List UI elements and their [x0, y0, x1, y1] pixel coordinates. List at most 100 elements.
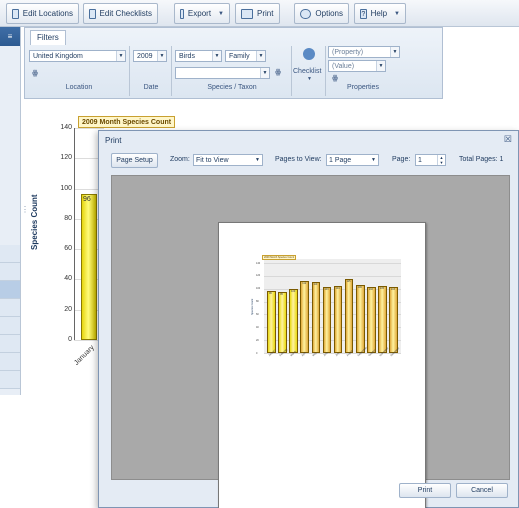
- tab-filters[interactable]: Filters: [30, 30, 66, 45]
- edit-checklists-button[interactable]: Edit Checklists: [83, 3, 158, 24]
- list-item[interactable]: [0, 245, 20, 263]
- checklist-icon[interactable]: [303, 48, 315, 60]
- options-label: Options: [315, 9, 343, 18]
- preview-x-tick-label: May: [312, 351, 318, 358]
- chevron-down-icon: ▼: [255, 157, 260, 163]
- preview-bar-value: 105: [379, 286, 384, 290]
- wrench-icon: [300, 8, 312, 19]
- divider: [325, 46, 326, 96]
- filters-ribbon: Filters United Kingdom ▼ ꙮ 2009 ▼ Birds ▼ F…: [24, 27, 443, 99]
- export-label: Export: [187, 9, 212, 18]
- export-button[interactable]: Export ▼: [174, 3, 230, 24]
- cancel-button[interactable]: Cancel: [456, 483, 508, 498]
- options-button[interactable]: Options: [294, 3, 349, 24]
- close-icon[interactable]: ☒: [504, 134, 512, 145]
- year-select[interactable]: 2009 ▼: [133, 50, 167, 62]
- preview-bar-value: 103: [390, 287, 396, 291]
- printer-icon: [241, 8, 253, 19]
- edit-locations-button[interactable]: Edit Locations: [6, 3, 79, 24]
- page-number-value: 1: [418, 157, 422, 164]
- main-toolbar: Edit Locations Edit Checklists Export ▼ …: [0, 0, 519, 27]
- group-select[interactable]: Birds ▼: [175, 50, 222, 62]
- preview-bar-value: 115: [346, 280, 351, 284]
- preview-y-tick-label: 120: [256, 274, 261, 278]
- y-axis-line: [74, 128, 75, 340]
- divider: [291, 46, 292, 96]
- print-dialog: Print ☒ Page Setup Zoom: Fit to View ▼ Pa…: [98, 130, 519, 508]
- map-icon: [12, 8, 19, 19]
- print-button[interactable]: Print: [399, 483, 451, 498]
- preview-page: 0 20 40 60 80 100 120 140 96 January 95 February 10…: [218, 222, 426, 508]
- dialog-title: Print: [105, 136, 122, 145]
- preview-gridline: [264, 275, 401, 277]
- divider: [171, 46, 172, 96]
- list-item[interactable]: [0, 317, 20, 335]
- print-toolbar-button[interactable]: Print: [235, 3, 280, 24]
- country-select[interactable]: United Kingdom ▼: [29, 50, 126, 62]
- preview-bar: [366, 287, 376, 353]
- rank-select[interactable]: Family ▼: [225, 50, 266, 62]
- page-label: Page:: [392, 156, 411, 163]
- value-select[interactable]: (Value) ▼: [328, 60, 386, 72]
- location-picker-icon[interactable]: ꙮ: [32, 69, 38, 77]
- chevron-down-icon: ▼: [376, 61, 385, 71]
- preview-bar-value: 110: [313, 283, 318, 287]
- help-button[interactable]: ? Help ▼: [354, 3, 406, 24]
- rank-value: Family: [229, 53, 250, 60]
- group-label-properties: Properties: [347, 84, 379, 91]
- list-item[interactable]: [0, 263, 20, 281]
- y-tick-label: 20: [64, 305, 72, 313]
- page-number-spinner[interactable]: 1 ▲ ▼: [415, 154, 446, 166]
- chevron-down-icon: ▼: [116, 51, 125, 61]
- preview-x-tick-label: June: [323, 351, 330, 358]
- preview-bar: [355, 284, 365, 353]
- taxon-select[interactable]: ▼: [175, 67, 270, 79]
- y-tick-label: 120: [60, 154, 72, 162]
- taxon-picker-icon[interactable]: ꙮ: [275, 68, 281, 76]
- zoom-value: Fit to View: [196, 157, 229, 164]
- pages-to-view-select[interactable]: 1 Page ▼: [326, 154, 379, 166]
- preview-y-tick-label: 20: [256, 338, 259, 342]
- preview-chart-title: 2009 Month Species Count: [262, 255, 297, 260]
- zoom-select[interactable]: Fit to View ▼: [193, 154, 263, 166]
- y-tick-label: 100: [60, 184, 72, 192]
- preview-y-tick-label: 0: [256, 351, 258, 355]
- list-item[interactable]: [0, 371, 20, 389]
- preview-bar: [344, 279, 354, 353]
- chevron-down-icon: ▼: [212, 51, 221, 61]
- preview-bar: [311, 282, 321, 353]
- y-tick-label: 40: [64, 275, 72, 283]
- print-toolbar-label: Print: [257, 9, 274, 18]
- preview-y-tick-label: 80: [256, 300, 259, 304]
- list-item[interactable]: [0, 281, 20, 299]
- preview-bar-value: 102: [368, 288, 373, 292]
- panel-toggle-icon[interactable]: ≡: [0, 27, 20, 46]
- checklist-label[interactable]: Checklist: [293, 68, 321, 75]
- list-item[interactable]: [0, 335, 20, 353]
- property-select[interactable]: (Property) ▼: [328, 46, 400, 58]
- preview-bar-value: 103: [324, 287, 329, 291]
- chevron-down-icon[interactable]: ▼: [307, 76, 312, 82]
- chevron-down-icon: ▼: [157, 51, 166, 61]
- splitter-grip[interactable]: ⋮: [21, 205, 29, 214]
- property-picker-icon[interactable]: ꙮ: [332, 74, 338, 82]
- preview-y-tick-label: 60: [256, 312, 259, 316]
- group-label-date: Date: [143, 84, 159, 91]
- checklist-icon: [89, 8, 96, 19]
- y-tick-label: 140: [60, 124, 72, 131]
- chevron-down-icon: ▼: [394, 10, 400, 17]
- list-item[interactable]: [0, 353, 20, 371]
- list-item[interactable]: [0, 299, 20, 317]
- print-preview-area[interactable]: 0 20 40 60 80 100 120 140 96 January 95 February 10…: [111, 175, 510, 508]
- year-value: 2009: [137, 53, 153, 60]
- bar-value-label: 96: [83, 196, 91, 203]
- preview-bar-value: 104: [335, 287, 340, 291]
- preview-bar: [300, 281, 310, 353]
- spinner-arrows-icon[interactable]: ▲ ▼: [437, 155, 445, 165]
- page-setup-button[interactable]: Page Setup: [111, 153, 158, 168]
- y-tick-label: 0: [68, 336, 72, 343]
- preview-bar: [322, 286, 332, 353]
- preview-bar: [378, 285, 387, 353]
- y-tick-label: 80: [64, 214, 72, 222]
- help-icon: ?: [360, 8, 367, 19]
